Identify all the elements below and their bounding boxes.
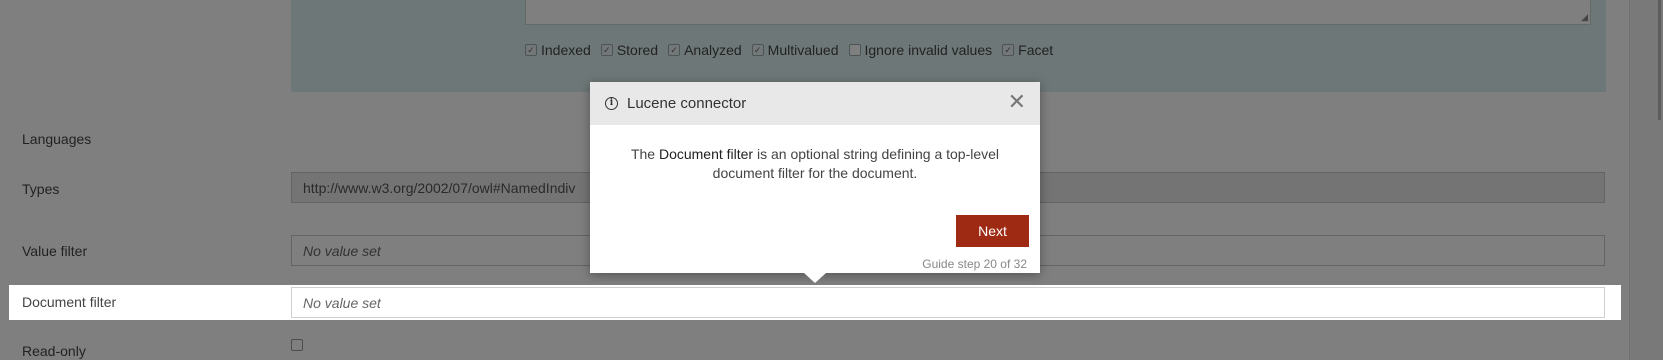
document-filter-field[interactable]: No value set [291,287,1605,318]
info-icon: i [605,97,618,110]
guide-dialog: i Lucene connector ✕ The Document filter… [590,82,1040,273]
dialog-body: The Document filter is an optional strin… [590,125,1040,183]
dialog-pointer-arrow [804,273,826,283]
guide-step-counter: Guide step 20 of 32 [922,257,1027,271]
highlighted-document-filter-row: Document filter No value set [9,285,1621,320]
body-text-emphasis: Document filter [658,146,754,162]
document-filter-label: Document filter [22,294,117,310]
body-text-post: is an optional string defining a top-lev… [712,146,1000,181]
dialog-header: i Lucene connector ✕ [590,82,1040,125]
close-icon[interactable]: ✕ [1008,92,1026,114]
page: ◢ ✓ Indexed ✓ Stored ✓ Analyzed ✓ Multiv… [0,0,1663,360]
body-text-pre: The [630,146,659,162]
next-button[interactable]: Next [956,215,1029,247]
dialog-title: Lucene connector [627,95,747,112]
